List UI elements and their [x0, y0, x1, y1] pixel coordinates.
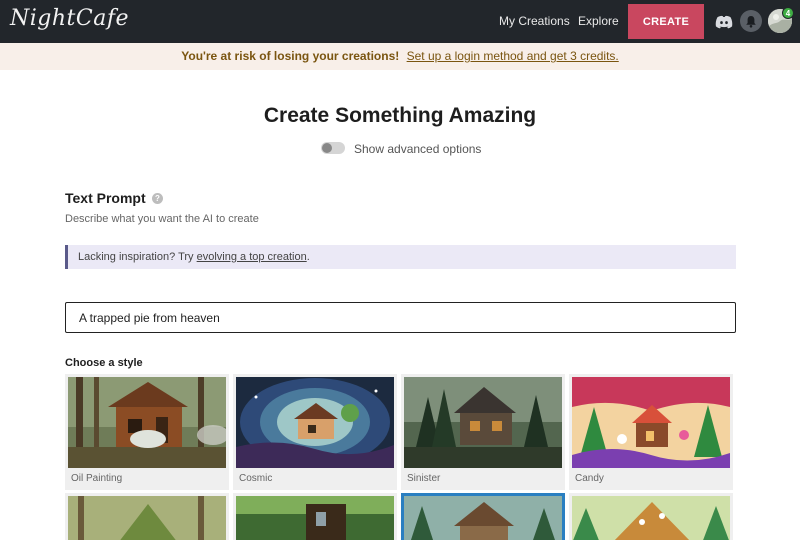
- notifications-button[interactable]: [740, 10, 762, 32]
- style-thumbnail-cosmic: [236, 377, 394, 468]
- bell-icon: [746, 15, 756, 28]
- text-prompt-description: Describe what you want the AI to create: [65, 213, 259, 225]
- style-card-oil-painting[interactable]: Oil Painting: [65, 374, 229, 490]
- top-nav-bar: NightCafe My Creations Explore CREATE 4: [0, 0, 800, 43]
- style-thumbnail: [68, 496, 226, 540]
- nav-explore-link[interactable]: Explore: [578, 14, 619, 28]
- style-thumbnail: [236, 496, 394, 540]
- choose-style-heading: Choose a style: [65, 357, 143, 369]
- style-thumbnail: [404, 496, 562, 540]
- style-label: Oil Painting: [71, 473, 123, 484]
- style-label: Candy: [575, 473, 604, 484]
- style-card-candy[interactable]: Candy: [569, 374, 733, 490]
- style-card-cosmic[interactable]: Cosmic: [233, 374, 397, 490]
- text-prompt-heading: Text Prompt: [65, 190, 146, 206]
- notification-count-badge: 4: [782, 7, 794, 19]
- style-label: Sinister: [407, 473, 441, 484]
- style-card-row2-1[interactable]: [65, 493, 229, 540]
- style-label: Cosmic: [239, 473, 273, 484]
- login-warning-banner: You're at risk of losing your creations!…: [0, 43, 800, 70]
- style-thumbnail-oil-painting: [68, 377, 226, 468]
- help-icon[interactable]: ?: [152, 193, 163, 204]
- evolve-top-creation-link[interactable]: evolving a top creation: [197, 251, 307, 263]
- style-card-row2-2[interactable]: [233, 493, 397, 540]
- advanced-options-label[interactable]: Show advanced options: [354, 142, 481, 156]
- style-thumbnail-sinister: [404, 377, 562, 468]
- style-card-row2-3-selected[interactable]: [401, 493, 565, 540]
- text-prompt-input[interactable]: [65, 302, 736, 333]
- style-thumbnail-candy: [572, 377, 730, 468]
- style-thumbnail: [572, 496, 730, 540]
- setup-login-link[interactable]: Set up a login method and get 3 credits.: [407, 49, 619, 63]
- page-title: Create Something Amazing: [263, 104, 537, 127]
- inspiration-suffix: .: [306, 251, 310, 263]
- nightcafe-logo[interactable]: NightCafe: [10, 6, 129, 31]
- toggle-knob: [322, 143, 332, 153]
- inspiration-callout: Lacking inspiration? Try evolving a top …: [65, 245, 736, 269]
- create-button[interactable]: CREATE: [628, 4, 704, 39]
- discord-icon[interactable]: [714, 12, 734, 32]
- banner-warning-text: You're at risk of losing your creations!: [181, 49, 400, 63]
- inspiration-prefix: Lacking inspiration? Try: [78, 251, 197, 263]
- nav-my-creations-link[interactable]: My Creations: [499, 14, 570, 28]
- advanced-options-toggle[interactable]: [321, 142, 345, 154]
- style-card-sinister[interactable]: Sinister: [401, 374, 565, 490]
- style-card-row2-4[interactable]: [569, 493, 733, 540]
